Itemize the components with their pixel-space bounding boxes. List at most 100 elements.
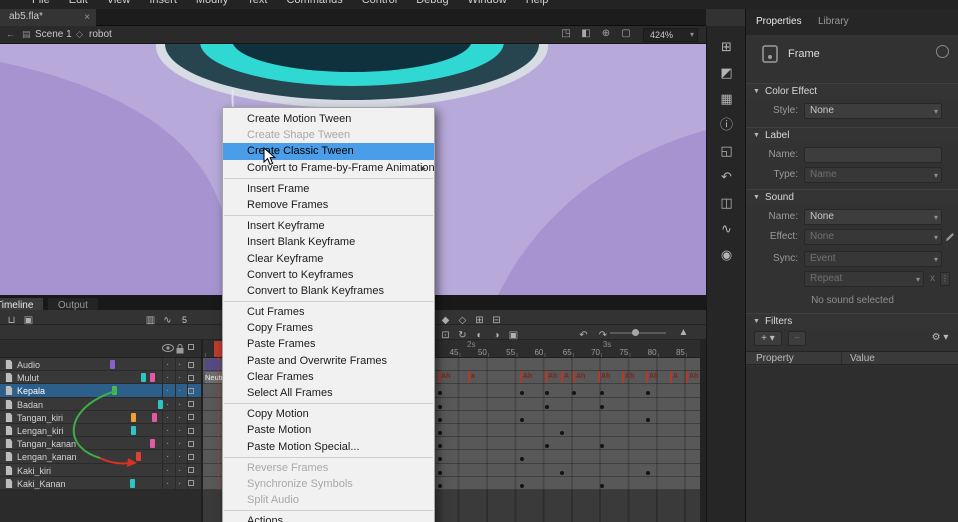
components-panel-icon[interactable]: ◫ xyxy=(707,190,746,216)
outline-color-swatch[interactable] xyxy=(188,414,194,420)
keyframe-dot[interactable] xyxy=(520,391,524,395)
layer-row-mulut[interactable]: Mulut·· xyxy=(0,371,203,384)
timeline-zoom-slider[interactable] xyxy=(610,332,666,334)
menu-insert[interactable]: Insert xyxy=(149,0,177,9)
outline-color-swatch[interactable] xyxy=(188,480,194,486)
swatches-panel-icon[interactable]: ▦ xyxy=(707,86,746,112)
lock-all-icon[interactable] xyxy=(176,344,184,354)
keyframe-dot[interactable] xyxy=(560,471,564,475)
outline-color-swatch[interactable] xyxy=(188,467,194,473)
keyframe-dot[interactable] xyxy=(438,444,442,448)
lock-dot[interactable]: · xyxy=(178,451,181,462)
remove-filter-button[interactable]: − xyxy=(788,331,806,346)
transform-panel-icon[interactable]: ◱ xyxy=(707,138,746,164)
context-menu-item[interactable]: Paste Frames xyxy=(223,336,434,352)
frame-view-icon[interactable]: ▲ xyxy=(676,325,691,340)
parent-link-swatch[interactable] xyxy=(150,439,155,448)
context-menu-item[interactable]: Paste Motion Special... xyxy=(223,439,434,455)
context-menu-item[interactable]: Select All Frames xyxy=(223,385,434,401)
menu-control[interactable]: Control xyxy=(362,0,397,9)
keyframe-dot[interactable] xyxy=(520,484,524,488)
context-menu-item[interactable]: Clear Keyframe xyxy=(223,251,434,267)
tab-properties[interactable]: Properties xyxy=(756,16,802,27)
fill-color-icon[interactable]: ◧ xyxy=(576,28,596,39)
menu-debug[interactable]: Debug xyxy=(416,0,448,9)
edit-symbols-icon[interactable]: ◳ xyxy=(556,28,576,39)
keyframe-dot[interactable] xyxy=(646,471,650,475)
outline-color-swatch[interactable] xyxy=(188,375,194,381)
document-tab[interactable]: ab5.fla* × xyxy=(0,9,96,26)
keyframe-dot[interactable] xyxy=(438,405,442,409)
tab-library[interactable]: Library xyxy=(818,16,849,27)
keyframe-dot[interactable] xyxy=(438,457,442,461)
parent-link-swatch[interactable] xyxy=(158,400,163,409)
menu-file[interactable]: File xyxy=(32,0,50,9)
add-filter-button[interactable]: + ▾ xyxy=(754,331,782,346)
lock-dot[interactable]: · xyxy=(178,385,181,396)
back-icon[interactable]: ← xyxy=(6,29,15,39)
context-menu-item[interactable]: Paste and Overwrite Frames xyxy=(223,353,434,369)
lock-dot[interactable]: · xyxy=(178,425,181,436)
lock-dot[interactable]: · xyxy=(178,465,181,476)
keyframe-dot[interactable] xyxy=(600,484,604,488)
filter-options-icon[interactable]: ⚙ ▾ xyxy=(928,331,952,346)
align-panel-icon[interactable]: ⊞ xyxy=(707,34,746,60)
keyframe-dot[interactable] xyxy=(545,391,549,395)
menu-view[interactable]: View xyxy=(107,0,131,9)
outline-color-swatch[interactable] xyxy=(188,454,194,460)
context-menu-item[interactable]: Clear Frames xyxy=(223,369,434,385)
section-label[interactable]: ▼ Label xyxy=(746,127,958,143)
context-menu-item[interactable]: Convert to Frame-by-Frame Animation▸ xyxy=(223,160,434,176)
context-menu-item[interactable]: Remove Frames xyxy=(223,197,434,213)
keyframe-dot[interactable] xyxy=(520,457,524,461)
parent-link-swatch[interactable] xyxy=(136,452,141,461)
lock-dot[interactable]: · xyxy=(178,372,181,383)
keyframe-dot[interactable] xyxy=(646,391,650,395)
layer-row-lengan_kiri[interactable]: Lengan_kiri·· xyxy=(0,424,203,437)
help-icon[interactable] xyxy=(936,45,949,58)
layer-row-kepala[interactable]: Kepala·· xyxy=(0,384,203,397)
context-menu-item[interactable]: Insert Keyframe xyxy=(223,218,434,234)
parent-link-swatch[interactable] xyxy=(152,413,157,422)
layer-row-kaki_kanan[interactable]: Kaki_Kanan·· xyxy=(0,477,203,490)
lock-dot[interactable]: · xyxy=(178,399,181,410)
layer-row-badan[interactable]: Badan·· xyxy=(0,398,203,411)
parent-link-swatch[interactable] xyxy=(131,426,136,435)
visibility-dot[interactable]: · xyxy=(166,451,169,462)
outline-color-swatch[interactable] xyxy=(188,428,194,434)
context-menu-item[interactable]: Copy Frames xyxy=(223,320,434,336)
parent-link-swatch[interactable] xyxy=(150,373,155,382)
context-menu-item[interactable]: Convert to Blank Keyframes xyxy=(223,283,434,299)
context-menu-item[interactable]: Actions xyxy=(223,513,434,522)
context-menu-item[interactable]: Convert to Keyframes xyxy=(223,267,434,283)
context-menu-item[interactable]: Create Classic Tween xyxy=(223,143,434,159)
outline-color-swatch[interactable] xyxy=(188,388,194,394)
keyframe-dot[interactable] xyxy=(438,471,442,475)
info-panel-icon[interactable]: ⓘ xyxy=(707,112,746,138)
edit-effect-icon[interactable] xyxy=(945,232,955,242)
menu-help[interactable]: Help xyxy=(526,0,549,9)
context-menu-item[interactable]: Insert Blank Keyframe xyxy=(223,234,434,250)
outline-color-swatch[interactable] xyxy=(188,401,194,407)
keyframe-dot[interactable] xyxy=(438,484,442,488)
keyframe-dot[interactable] xyxy=(545,444,549,448)
keyframe-dot[interactable] xyxy=(560,431,564,435)
layer-row-tangan_kanan[interactable]: Tangan_kanan·· xyxy=(0,437,203,450)
visibility-dot[interactable]: · xyxy=(166,399,169,410)
keyframe-dot[interactable] xyxy=(572,391,576,395)
section-sound[interactable]: ▼ Sound xyxy=(746,189,958,205)
repeat-count-stepper[interactable]: ⋮ xyxy=(940,272,950,286)
label-name-input[interactable] xyxy=(804,147,942,163)
keyframe-dot[interactable] xyxy=(600,391,604,395)
history-panel-icon[interactable]: ↶ xyxy=(707,164,746,190)
layer-row-lengan_kanan[interactable]: Lengan_kanan·· xyxy=(0,450,203,463)
breadcrumb-symbol[interactable]: robot xyxy=(89,29,112,40)
color-panel-icon[interactable]: ◩ xyxy=(707,60,746,86)
menu-window[interactable]: Window xyxy=(468,0,507,9)
motion-presets-icon[interactable]: ∿ xyxy=(707,216,746,242)
layer-row-kaki_kiri[interactable]: Kaki_kiri·· xyxy=(0,464,203,477)
lock-dot[interactable]: · xyxy=(178,478,181,489)
menu-modify[interactable]: Modify xyxy=(196,0,228,9)
tab-output[interactable]: Output xyxy=(48,298,98,310)
parent-link-swatch[interactable] xyxy=(141,373,146,382)
